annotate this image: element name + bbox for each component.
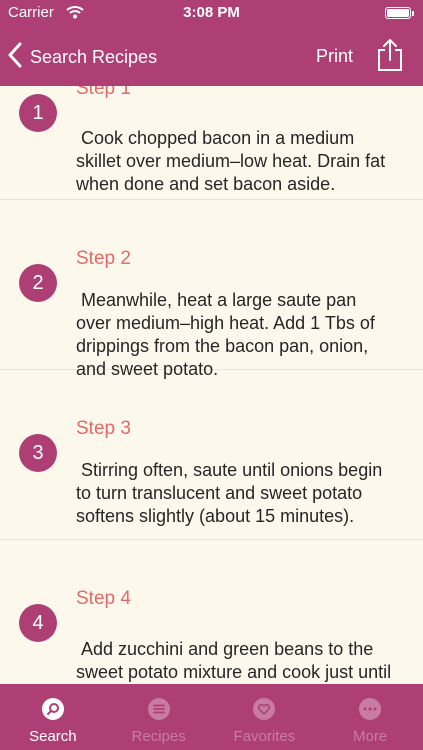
tab-label: Favorites (233, 728, 296, 745)
step-title: Step 3 (76, 418, 131, 439)
step-item: Step 3 3 Stirring often, saute until oni… (0, 370, 423, 540)
step-text: Stirring often, saute until onions begin… (76, 460, 388, 526)
back-button[interactable]: Search Recipes (8, 40, 157, 74)
step-title: Step 2 (76, 248, 131, 269)
tab-search[interactable]: Search (0, 684, 106, 750)
tab-label: Recipes (131, 728, 186, 745)
tab-bar: Search Recipes Favorites More (0, 684, 423, 750)
share-icon (377, 39, 403, 76)
back-label: Search Recipes (30, 46, 158, 67)
step-number-badge: 3 (19, 434, 57, 472)
step-item: Step 2 2 Meanwhile, heat a large saute p… (0, 200, 423, 379)
tab-label: Search (29, 728, 77, 745)
heart-icon (253, 698, 276, 720)
status-time: 3:08 PM (183, 4, 240, 21)
step-title: Step 1 (76, 86, 131, 99)
step-number-badge: 2 (19, 264, 57, 302)
header: Carrier 3:08 PM Search Recipes Print (0, 0, 423, 86)
tab-label: More (353, 728, 388, 745)
search-icon (41, 698, 64, 720)
step-number-badge: 4 (19, 604, 57, 642)
step-text: Add zucchini and green beans to the swee… (76, 639, 392, 682)
step-text: Cook chopped bacon in a medium skillet o… (76, 128, 391, 194)
more-icon (359, 698, 382, 720)
navbar: Search Recipes Print (0, 26, 423, 86)
tab-recipes[interactable]: Recipes (106, 684, 212, 750)
step-text: Meanwhile, heat a large saute pan over m… (76, 290, 380, 379)
step-number-badge: 1 (19, 94, 57, 132)
step-title: Step 4 (76, 588, 131, 609)
tab-more[interactable]: More (317, 684, 423, 750)
list-icon (147, 698, 170, 720)
status-bar: Carrier 3:08 PM (0, 0, 423, 26)
steps-list[interactable]: Step 1 1 Cook chopped bacon in a medium … (0, 86, 423, 684)
step-item: Step 4 4 Add zucchini and green beans to… (0, 540, 423, 684)
battery-icon (385, 7, 414, 19)
print-button[interactable]: Print (316, 46, 353, 67)
tab-favorites[interactable]: Favorites (212, 684, 318, 750)
step-item: Step 1 1 Cook chopped bacon in a medium … (0, 86, 423, 200)
chevron-left-icon (8, 42, 22, 73)
share-button[interactable] (377, 38, 403, 77)
